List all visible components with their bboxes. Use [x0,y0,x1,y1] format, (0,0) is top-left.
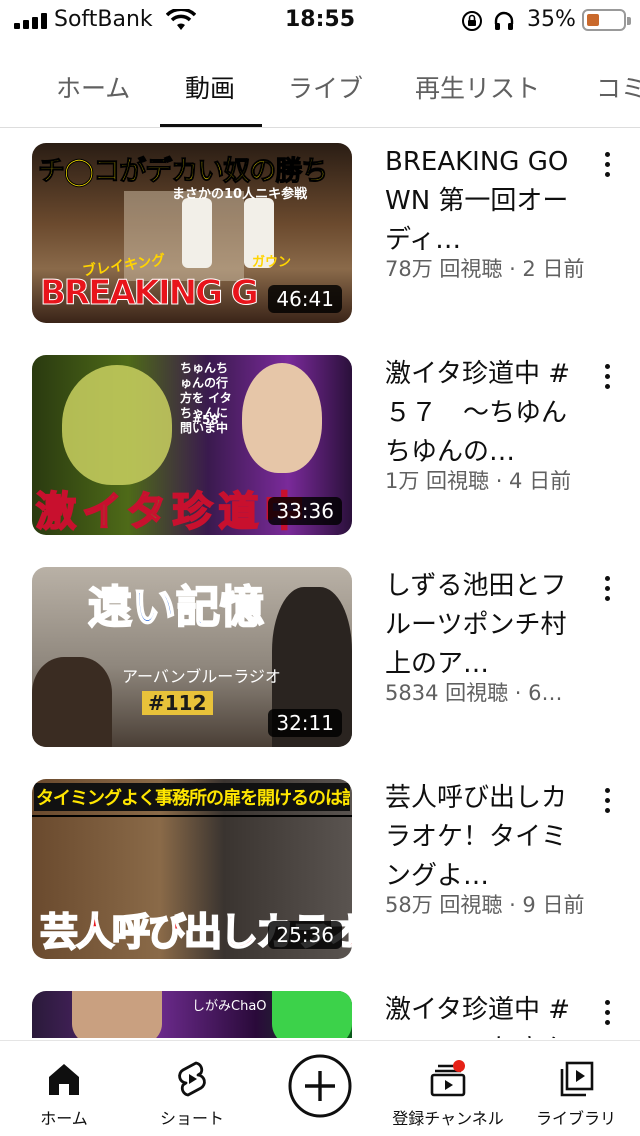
thumbnail-logo-text: BREAKING G [40,273,260,314]
nav-subscriptions-label: 登録チャンネル [392,1109,504,1128]
nav-shorts[interactable]: ショート [128,1041,256,1136]
thumbnail-side-text: しがみChaO [192,999,267,1014]
nav-subscriptions[interactable]: 登録チャンネル [384,1041,512,1136]
battery-percent: 35% [527,7,576,32]
video-title[interactable]: 激イタ珍道中 #５７ ～ちゆんちゆんの… [385,355,585,472]
shorts-icon [178,1061,206,1097]
home-icon [49,1064,79,1095]
nav-library-label: ライブラリ [535,1109,616,1128]
thumbnail-ruby: ガウン [252,255,292,270]
nav-shorts-label: ショート [159,1109,224,1128]
video-item[interactable]: しがみChaO 激イタ珍道中 #５７ ～ちゆんちゆんの… [0,978,640,1038]
video-item[interactable]: チ◯コがデカい奴の勝ち まさかの10人ニキ参戦 ブレイキング ガウン BREAK… [0,130,640,344]
video-thumbnail[interactable]: 遠い記憶 アーバンブルーラジオ #112 32:11 [32,567,352,747]
video-title[interactable]: 激イタ珍道中 #５７ ～ちゆんちゆんの… [385,991,585,1038]
tab-playlists[interactable]: 再生リスト [415,69,540,105]
video-thumbnail[interactable]: しがみChaO [32,991,352,1038]
channel-tabs: ホーム 動画 ライブ 再生リスト コミ [0,58,640,128]
more-options-icon[interactable] [596,998,620,1028]
video-title[interactable]: しずる池田とフルーツポンチ村上のア… [385,567,585,684]
video-thumbnail[interactable]: タイミングよく事務所の扉を開けるのは誰だ? 芸人呼び出しカラオ 25:36 [32,779,352,959]
video-item[interactable]: タイミングよく事務所の扉を開けるのは誰だ? 芸人呼び出しカラオ 25:36 芸人… [0,766,640,980]
duration-badge: 33:36 [268,497,342,525]
thumbnail-number: #112 [142,691,213,715]
nav-home-label: ホーム [40,1109,88,1128]
more-options-icon[interactable] [596,574,620,604]
orientation-lock-icon [462,11,482,31]
thumbnail-subcaption: アーバンブルーラジオ [122,667,281,686]
video-item[interactable]: ちゅんちゅんの行方を イタちゃんに問いま中 #58 激イタ珍道中 33:36 激… [0,342,640,556]
video-meta: 5834 回視聴 · 6… [385,681,563,705]
video-meta: 78万 回視聴 · 2 日前 [385,257,585,281]
video-thumbnail[interactable]: ちゅんちゅんの行方を イタちゃんに問いま中 #58 激イタ珍道中 33:36 [32,355,352,535]
headphones-icon [494,11,514,30]
thumbnail-caption: 遠い記憶 [87,581,265,634]
bottom-navigation: ホーム ショート 登録チャンネル ライブラリ [0,1040,640,1136]
video-meta: 58万 回視聴 · 9 日前 [385,893,585,917]
nav-home[interactable]: ホーム [0,1041,128,1136]
status-bar: SoftBank 18:55 35% [0,0,640,42]
subscriptions-icon [430,1060,466,1097]
tab-home[interactable]: ホーム [56,69,130,105]
video-list[interactable]: チ◯コがデカい奴の勝ち まさかの10人ニキ参戦 ブレイキング ガウン BREAK… [0,130,640,1038]
video-item[interactable]: 遠い記憶 アーバンブルーラジオ #112 32:11 しずる池田とフルーツポンチ… [0,554,640,768]
more-options-icon[interactable] [596,362,620,392]
video-meta: 1万 回視聴 · 4 日前 [385,469,572,493]
notification-dot [453,1060,465,1072]
nav-create[interactable] [256,1041,384,1136]
thumbnail-subcaption: まさかの10人ニキ参戦 [172,187,308,202]
tab-community[interactable]: コミ [596,69,640,105]
library-icon [560,1061,594,1097]
tab-videos[interactable]: 動画 [185,69,235,105]
duration-badge: 32:11 [268,709,342,737]
duration-badge: 46:41 [268,285,342,313]
active-tab-indicator [160,124,262,127]
thumbnail-number: #58 [192,413,219,427]
create-plus-icon [288,1054,352,1118]
nav-library[interactable]: ライブラリ [512,1041,640,1136]
video-title[interactable]: 芸人呼び出しカラオケ！タイミングよ… [385,779,585,896]
tab-live[interactable]: ライブ [288,69,363,105]
thumbnail-caption: タイミングよく事務所の扉を開けるのは誰だ? [34,783,350,811]
duration-badge: 25:36 [268,921,342,949]
video-thumbnail[interactable]: チ◯コがデカい奴の勝ち まさかの10人ニキ参戦 ブレイキング ガウン BREAK… [32,143,352,323]
more-options-icon[interactable] [596,786,620,816]
battery-icon [582,9,631,31]
more-options-icon[interactable] [596,150,620,180]
video-title[interactable]: BREAKING GOWN 第一回オーディ… [385,143,585,260]
